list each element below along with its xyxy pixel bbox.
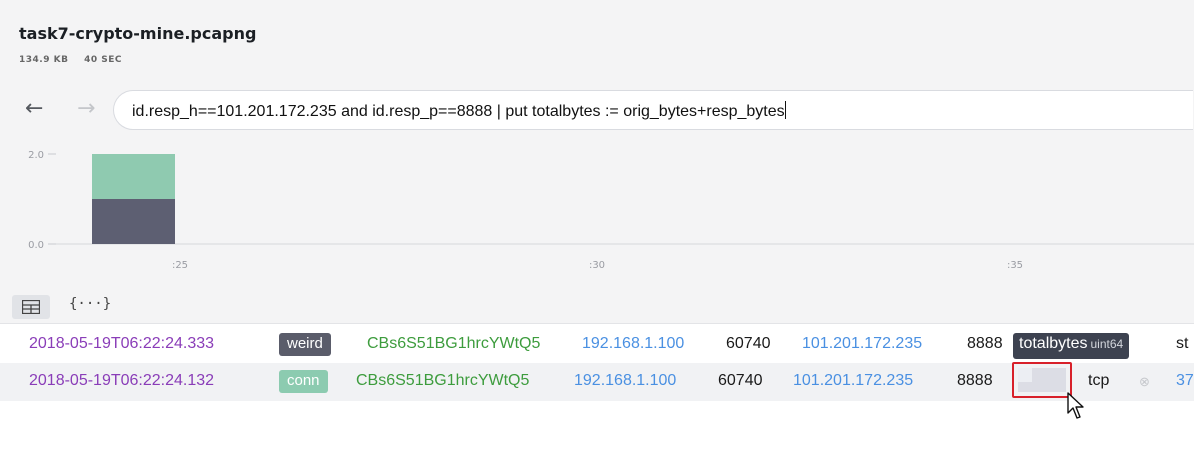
resp-p-cell[interactable]: 8888 [967,335,1003,353]
file-size: 134.9 KB [19,55,69,65]
resp-p-cell[interactable]: 8888 [957,372,993,390]
ts-cell[interactable]: 2018-05-19T06:22:24.333 [29,335,214,353]
table-icon [22,300,40,314]
file-title: task7-crypto-mine.pcapng [19,24,257,43]
json-view-button[interactable]: {···} [69,296,111,312]
histogram-chart: 2.0 0.0 :25 :30 :35 [0,140,1194,275]
y-tick-label: 2.0 [28,150,44,161]
histogram-bar-segment[interactable] [92,154,175,199]
header-panel: task7-crypto-mine.pcapng 134.9 KB 40 SEC… [0,0,1194,290]
orig-h-cell[interactable]: 192.168.1.100 [574,372,676,390]
histogram-bar-segment[interactable] [92,199,175,244]
resp-h-cell[interactable]: 101.201.172.235 [793,372,913,390]
search-query[interactable]: id.resp_h==101.201.172.235 and id.resp_p… [132,101,786,121]
text-caret [784,101,786,119]
table-view-button[interactable] [12,295,50,319]
search-input[interactable]: id.resp_h==101.201.172.235 and id.resp_p… [113,90,1193,130]
y-tick-label: 0.0 [28,240,44,251]
search-query-text: id.resp_h==101.201.172.235 and id.resp_p… [132,103,785,120]
mouse-cursor-icon [1067,392,1084,419]
path-badge[interactable]: weird [279,333,331,356]
unset-icon: ⊗ [1139,374,1150,389]
trailing-cell[interactable]: 37 [1176,372,1194,390]
trailing-cell[interactable]: st [1176,335,1188,353]
view-toolbar: {···} [0,290,1194,324]
proto-cell[interactable]: tcp [1088,372,1109,390]
file-duration: 40 SEC [84,55,122,65]
x-tick-label: :30 [589,260,605,271]
x-tick-label: :35 [1007,260,1023,271]
tooltip-type: uint64 [1090,337,1124,351]
path-badge[interactable]: conn [279,370,328,393]
arrow-left-icon[interactable]: ← [25,98,43,120]
totalbytes-cell-highlight[interactable] [1012,362,1072,398]
column-tooltip: totalbytes uint64 [1013,333,1130,359]
orig-p-cell[interactable]: 60740 [718,372,763,390]
x-tick-label: :25 [172,260,188,271]
totalbytes-cell-shade [1018,368,1032,382]
ts-cell[interactable]: 2018-05-19T06:22:24.132 [29,372,214,390]
orig-p-cell[interactable]: 60740 [726,335,771,353]
orig-h-cell[interactable]: 192.168.1.100 [582,335,684,353]
tooltip-field: totalbytes [1019,335,1088,352]
arrow-right-icon[interactable]: → [77,98,95,120]
histogram-svg: 2.0 0.0 :25 :30 :35 [28,150,1194,271]
uid-cell[interactable]: CBs6S51BG1hrcYWtQ5 [367,335,540,353]
uid-cell[interactable]: CBs6S51BG1hrcYWtQ5 [356,372,529,390]
resp-h-cell[interactable]: 101.201.172.235 [802,335,922,353]
file-meta: 134.9 KB 40 SEC [19,55,134,65]
